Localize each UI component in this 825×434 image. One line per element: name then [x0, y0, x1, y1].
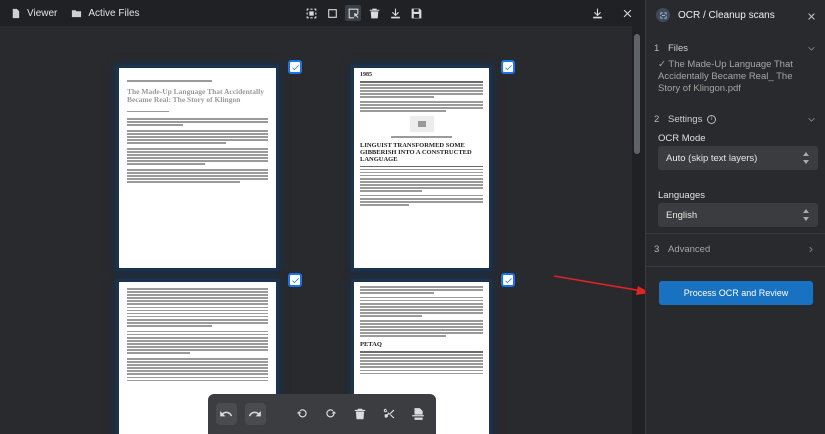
updown-icon [802, 208, 810, 222]
check-icon [291, 64, 299, 70]
top-bar: Viewer Active Files [0, 0, 645, 26]
save-icon [411, 8, 421, 18]
section-advanced-number: 3 [654, 243, 660, 255]
process-ocr-button[interactable]: Process OCR and Review [659, 281, 813, 305]
check-icon [504, 64, 512, 70]
page-action-toolbar [208, 394, 436, 434]
languages-value: English [666, 209, 698, 221]
split-button[interactable] [378, 403, 399, 425]
viewer-scrollbar-thumb[interactable] [634, 34, 640, 154]
section-divider [646, 266, 825, 267]
rotate-right-button[interactable] [320, 403, 341, 425]
languages-select[interactable]: English [658, 203, 818, 227]
panel-header: OCR / Cleanup scans [646, 0, 825, 30]
select-all-button[interactable] [303, 5, 319, 21]
cursor-select-icon [348, 8, 358, 18]
insert-page-icon [411, 408, 424, 420]
selected-file-name: ✓ The Made-Up Language That Accidentally… [658, 59, 793, 94]
section-files-label: Files [668, 42, 689, 54]
viewer-label: Viewer [27, 7, 58, 19]
chevron-right-icon [807, 245, 816, 254]
download-button[interactable] [387, 5, 403, 21]
insert-page-button[interactable] [407, 403, 428, 425]
page-4-heading: PETAQ [360, 341, 382, 348]
viewer-button[interactable]: Viewer [6, 8, 61, 19]
panel-title: OCR / Cleanup scans [678, 9, 775, 21]
section-files[interactable]: 1 Files [646, 41, 825, 55]
square-icon [327, 8, 337, 18]
tool-logo [656, 8, 670, 22]
view-tools [303, 5, 424, 21]
select-dashed-icon [306, 8, 316, 18]
video-placeholder [409, 115, 434, 132]
info-icon[interactable]: i [707, 114, 717, 124]
rotate-left-icon [296, 409, 307, 418]
section-settings-label: Settings [668, 113, 703, 125]
delete-button[interactable] [366, 5, 382, 21]
scan-icon [660, 12, 666, 18]
trash-icon [354, 408, 365, 420]
section-settings-number: 2 [654, 113, 660, 125]
file-icon [12, 8, 20, 18]
ocr-panel: OCR / Cleanup scans 1 Files ✓ The Made-U… [645, 0, 825, 434]
close-panel-button[interactable] [806, 9, 817, 20]
ocr-mode-label: OCR Mode [658, 133, 706, 144]
page-2-heading: LINGUIST TRANSFORMED SOME GIBBERISH INTO… [360, 141, 472, 163]
download-icon [390, 8, 400, 18]
updown-icon [802, 151, 810, 165]
scissors-icon [383, 408, 394, 419]
active-files-label: Active Files [88, 7, 140, 19]
page-thumbnail-1[interactable]: The Made-Up Language That Accidentally B… [119, 68, 276, 268]
close-icon [623, 9, 631, 17]
save-button[interactable] [408, 5, 424, 21]
section-divider [646, 233, 825, 234]
ocr-mode-value: Auto (skip text layers) [666, 152, 758, 164]
rotate-right-icon [326, 409, 336, 418]
section-settings[interactable]: 2 Settings i [646, 112, 825, 126]
delete-page-button[interactable] [349, 403, 370, 425]
page-grid: The Made-Up Language That Accidentally B… [0, 26, 632, 434]
undo-button[interactable] [216, 403, 237, 425]
check-icon [291, 277, 299, 283]
page-select-button[interactable] [345, 5, 361, 21]
redo-button[interactable] [244, 403, 266, 425]
page-3-checkbox[interactable] [288, 273, 302, 287]
page-2-checkbox[interactable] [501, 60, 515, 74]
section-files-number: 1 [654, 42, 660, 54]
check-icon [504, 277, 512, 283]
download-all-button[interactable] [589, 5, 605, 21]
undo-icon [220, 411, 233, 417]
languages-label: Languages [658, 190, 706, 201]
folder-icon [72, 9, 82, 17]
chevron-down-icon [807, 115, 816, 124]
rotate-left-button[interactable] [291, 403, 312, 425]
page-2-year: 1985 [360, 72, 372, 78]
page-1-checkbox[interactable] [288, 60, 302, 74]
download-icon [592, 8, 602, 18]
app-window: Viewer Active Files The Made-Up Language… [0, 0, 825, 434]
single-page-button[interactable] [324, 5, 340, 21]
page-thumbnail-2[interactable]: 1985 LINGUIST TRANSFORMED SOME GIBBERISH… [354, 68, 489, 268]
redo-icon [249, 411, 262, 417]
ocr-mode-select[interactable]: Auto (skip text layers) [658, 146, 818, 170]
active-files-button[interactable]: Active Files [67, 8, 143, 19]
section-advanced[interactable]: 3 Advanced [646, 242, 825, 256]
page-1-title: The Made-Up Language That Accidentally B… [127, 86, 264, 105]
annotation-arrow [553, 275, 650, 295]
trash-icon [369, 8, 379, 18]
close-icon [808, 13, 815, 20]
close-viewer-button[interactable] [619, 5, 635, 21]
chevron-down-icon [807, 44, 816, 53]
section-advanced-label: Advanced [668, 243, 711, 255]
page-4-checkbox[interactable] [501, 273, 515, 287]
